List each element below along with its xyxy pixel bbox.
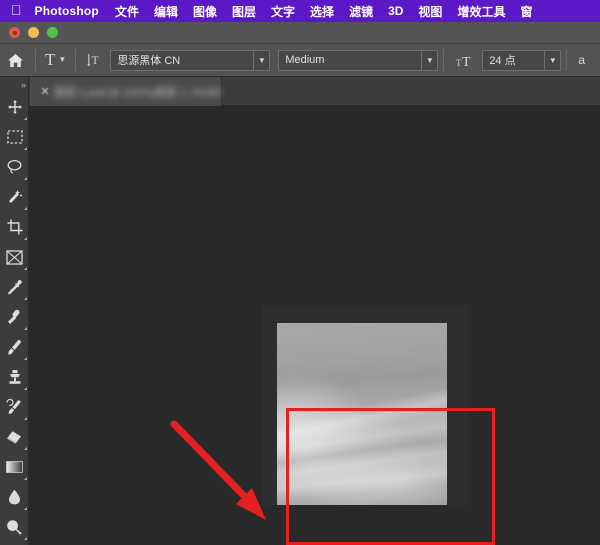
brush-icon [8, 339, 21, 354]
blur-droplet-icon [9, 489, 20, 505]
menu-item-3d[interactable]: 3D [388, 4, 403, 18]
menu-item-layer[interactable]: 图层 [232, 3, 256, 20]
tool-more-indicator [24, 477, 27, 480]
divider [443, 49, 445, 71]
move-tool[interactable] [0, 92, 29, 122]
apple-logo-icon[interactable]:  [11, 3, 22, 17]
tool-more-indicator [24, 357, 27, 360]
chevron-down-icon[interactable]: ▼ [544, 50, 560, 70]
marquee-tool[interactable] [0, 122, 29, 152]
menu-item-image[interactable]: 图像 [193, 3, 217, 20]
font-family-value: 思源黑体 CN [117, 55, 181, 67]
document-tab-title: 图层 1.psd @ 100%(图层 1, RGB/8) [54, 86, 221, 99]
healing-brush-icon [8, 309, 20, 324]
menu-item-plugins[interactable]: 增效工具 [457, 3, 505, 20]
font-size-label: T T [453, 48, 477, 72]
document-image[interactable] [277, 323, 447, 505]
history-brush-tool[interactable] [0, 392, 29, 422]
font-size-icon: T T [456, 55, 471, 68]
menu-app-name[interactable]: Photoshop [35, 4, 99, 18]
antialias-select[interactable]: a [578, 53, 585, 67]
magic-wand-icon [9, 189, 22, 203]
svg-text:T: T [91, 54, 98, 66]
menu-item-file[interactable]: 文件 [115, 3, 139, 20]
divider [75, 49, 77, 71]
blur-tool[interactable] [0, 482, 29, 512]
font-family-select[interactable]: 思源黑体 CN ▼ [110, 49, 271, 71]
tool-more-indicator [24, 447, 27, 450]
divider [35, 49, 36, 71]
quick-selection-tool[interactable] [0, 182, 29, 212]
zoom-window-button[interactable] [47, 27, 58, 38]
history-brush-icon [6, 398, 21, 414]
options-bar: T ▼ T 思源黑体 CN ▼ Medium ▼ T T 24 点 ▼ a [0, 44, 600, 77]
tool-more-indicator [24, 327, 27, 330]
tool-more-indicator [24, 147, 27, 150]
photoshop-window:  Photoshop 文件 编辑 图像 图层 文字 选择 滤镜 3D 视图 增… [0, 0, 600, 545]
tool-more-indicator [24, 267, 27, 270]
close-icon[interactable]: ✕ [36, 85, 54, 98]
minimize-window-button[interactable] [28, 27, 39, 38]
tool-more-indicator [24, 237, 27, 240]
menu-item-window[interactable]: 窗 [520, 3, 532, 20]
home-button[interactable] [0, 44, 30, 76]
eyedropper-tool[interactable] [0, 272, 29, 302]
clone-stamp-icon [9, 370, 20, 384]
chevron-down-icon[interactable]: ▼ [253, 50, 269, 70]
crop-icon [7, 219, 22, 235]
document-tab-strip: ✕ 图层 1.psd @ 100%(图层 1, RGB/8) [0, 77, 600, 106]
window-title-bar [0, 22, 600, 44]
menu-item-filter[interactable]: 滤镜 [349, 3, 373, 20]
chevron-down-icon[interactable]: ▼ [421, 50, 437, 70]
move-icon [7, 100, 22, 114]
eyedropper-icon [8, 279, 22, 294]
healing-brush-tool[interactable] [0, 302, 29, 332]
tool-more-indicator [24, 207, 27, 210]
tool-more-indicator [24, 507, 27, 510]
font-size-value: 24 点 [489, 55, 516, 67]
grayscale-sky-photo [277, 323, 447, 505]
tool-more-indicator [24, 537, 27, 540]
tool-preset-picker[interactable]: T ▼ [41, 48, 70, 72]
menu-item-type[interactable]: 文字 [271, 3, 295, 20]
frame-tool[interactable] [0, 242, 29, 272]
gradient-tool[interactable] [0, 452, 29, 482]
crop-tool[interactable] [0, 212, 29, 242]
eraser-icon [7, 430, 21, 444]
svg-text:T: T [462, 55, 471, 68]
close-window-button[interactable] [9, 27, 20, 38]
toggle-text-orientation-button[interactable]: T [81, 48, 107, 72]
divider [566, 49, 568, 71]
dodge-tool[interactable] [0, 512, 29, 542]
traffic-lights [9, 27, 58, 38]
expand-toolbar-button[interactable]: » [0, 77, 28, 92]
menu-item-edit[interactable]: 编辑 [154, 3, 178, 20]
type-tool-icon: T [45, 49, 56, 69]
font-style-select[interactable]: Medium ▼ [278, 49, 439, 71]
brush-tool[interactable] [0, 332, 29, 362]
gradient-icon [6, 461, 23, 473]
tool-more-indicator [24, 297, 27, 300]
menu-item-view[interactable]: 视图 [418, 3, 442, 20]
frame-icon [6, 249, 23, 265]
tool-more-indicator [24, 117, 27, 120]
home-icon [7, 53, 23, 67]
lasso-tool[interactable] [0, 152, 29, 182]
tools-panel: » [0, 77, 29, 545]
font-size-select[interactable]: 24 点 ▼ [482, 49, 562, 71]
eraser-tool[interactable] [0, 422, 29, 452]
menu-item-select[interactable]: 选择 [310, 3, 334, 20]
tool-more-indicator [24, 177, 27, 180]
macos-menu-bar:  Photoshop 文件 编辑 图像 图层 文字 选择 滤镜 3D 视图 增… [0, 0, 600, 22]
dodge-icon [7, 520, 22, 535]
lasso-icon [7, 159, 22, 174]
chevron-down-icon: ▼ [58, 55, 67, 64]
text-orientation-icon: T [87, 53, 98, 66]
tool-more-indicator [24, 387, 27, 390]
clone-stamp-tool[interactable] [0, 362, 29, 392]
tool-more-indicator [24, 417, 27, 420]
font-style-value: Medium [285, 54, 325, 66]
document-tab[interactable]: ✕ 图层 1.psd @ 100%(图层 1, RGB/8) [30, 77, 222, 106]
rectangular-marquee-icon [6, 130, 23, 144]
